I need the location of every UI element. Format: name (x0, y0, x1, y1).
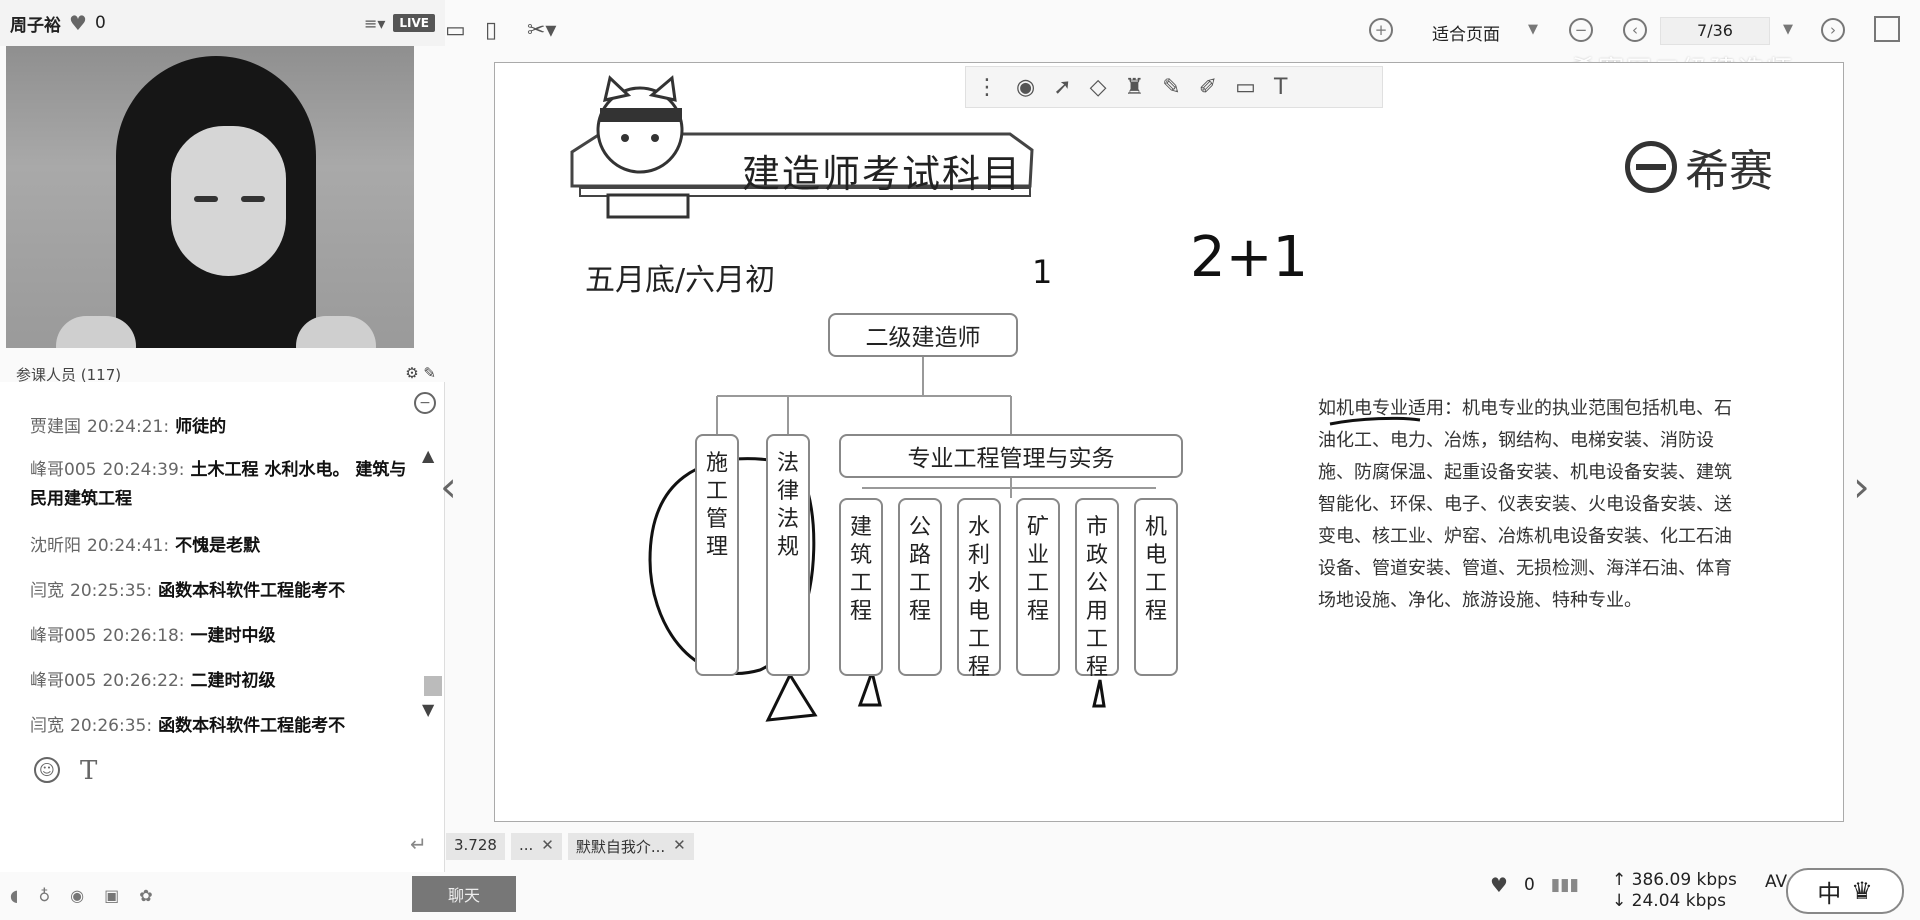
brand-mark-icon (1625, 141, 1677, 193)
message-tab[interactable]: 默默自我介... ✕ (567, 833, 694, 860)
practice-subject: 建筑工程 (839, 498, 883, 676)
practice-subject: 市政公用工程 (1075, 498, 1119, 680)
text-tool-icon[interactable]: T (1274, 75, 1287, 100)
app-window: 周子裕 ♥ 0 ≡▾ LIVE 参课人员 (117) ⚙ ✎ − 贾建国 20:2… (0, 0, 1920, 920)
root-node: 二级建造师 (828, 313, 1018, 357)
ime-widget[interactable]: 中 ♛ (1786, 868, 1904, 914)
rectangle-icon[interactable]: ▭ (1235, 75, 1256, 100)
handwritten-mark: 1 (1032, 253, 1053, 291)
message-tab[interactable]: ... ✕ (510, 833, 562, 860)
slide-title: 建造师考试科目 (742, 152, 1023, 196)
slide-subtitle: 五月底/六月初 (585, 263, 776, 298)
practice-node: 专业工程管理与实务 (839, 434, 1183, 478)
ime-mode: 中 (1817, 879, 1842, 908)
close-icon[interactable]: ✕ (673, 836, 686, 857)
drag-handle-icon[interactable]: ⋮ (976, 75, 998, 100)
close-icon[interactable]: ✕ (541, 836, 554, 857)
practice-subject: 机电工程 (1134, 498, 1178, 676)
tab-label: 3.728 (454, 836, 497, 854)
practice-subject: 公路工程 (898, 498, 942, 676)
av-label: AV (1765, 872, 1788, 892)
annotation-toolbar: ⋮ ◉ ➚ ◇ ♜ ✎ ✐ ▭ T (965, 66, 1383, 108)
description-text: 如机电专业适用：机电专业的执业范围包括机电、石油化工、电力、冶炼，钢结构、电梯安… (1318, 398, 1732, 611)
subject-node: 法律法规 (766, 434, 810, 676)
shirt-icon: ♛ (1851, 877, 1873, 905)
message-tab[interactable]: 3.728 (446, 833, 505, 860)
pen-icon[interactable]: ✎ (1162, 75, 1180, 100)
heart-icon[interactable]: ♥ (1490, 873, 1508, 897)
clear-icon[interactable]: ♜ (1125, 75, 1145, 100)
prev-slide-icon[interactable]: ‹ (440, 462, 457, 511)
subject-node: 施工管理 (695, 434, 739, 676)
brand-name: 希赛 (1685, 146, 1773, 197)
tab-label: ... (518, 836, 534, 854)
handwritten-note: 2+1 (1190, 225, 1309, 290)
tab-label: 默默自我介... (575, 838, 666, 856)
laser-icon[interactable]: ◉ (1016, 75, 1035, 100)
bitrate-readout: ↑ 386.09 kbps ↓ 24.04 kbps (1612, 870, 1737, 911)
practice-subject: 矿业工程 (1016, 498, 1060, 676)
brand-logo: 希赛 (1625, 135, 1773, 199)
status-likes: 0 (1523, 875, 1535, 895)
cat-mascot (596, 86, 684, 174)
eraser-icon[interactable]: ◇ (1090, 75, 1107, 100)
signal-icon: ▮▮▮ (1550, 875, 1579, 895)
upload-rate: 386.09 kbps (1631, 870, 1737, 890)
pointer-icon[interactable]: ➚ (1053, 75, 1071, 100)
marker-icon[interactable]: ✐ (1199, 75, 1217, 100)
status-bar: ♥ 0 ▮▮▮ (1490, 873, 1579, 897)
next-slide-icon[interactable]: › (1853, 462, 1870, 511)
message-tab-strip: 3.728 ... ✕ 默默自我介... ✕ (446, 833, 694, 860)
download-rate: 24.04 kbps (1631, 891, 1727, 911)
practice-subject: 水利水电工程 (957, 498, 1001, 680)
